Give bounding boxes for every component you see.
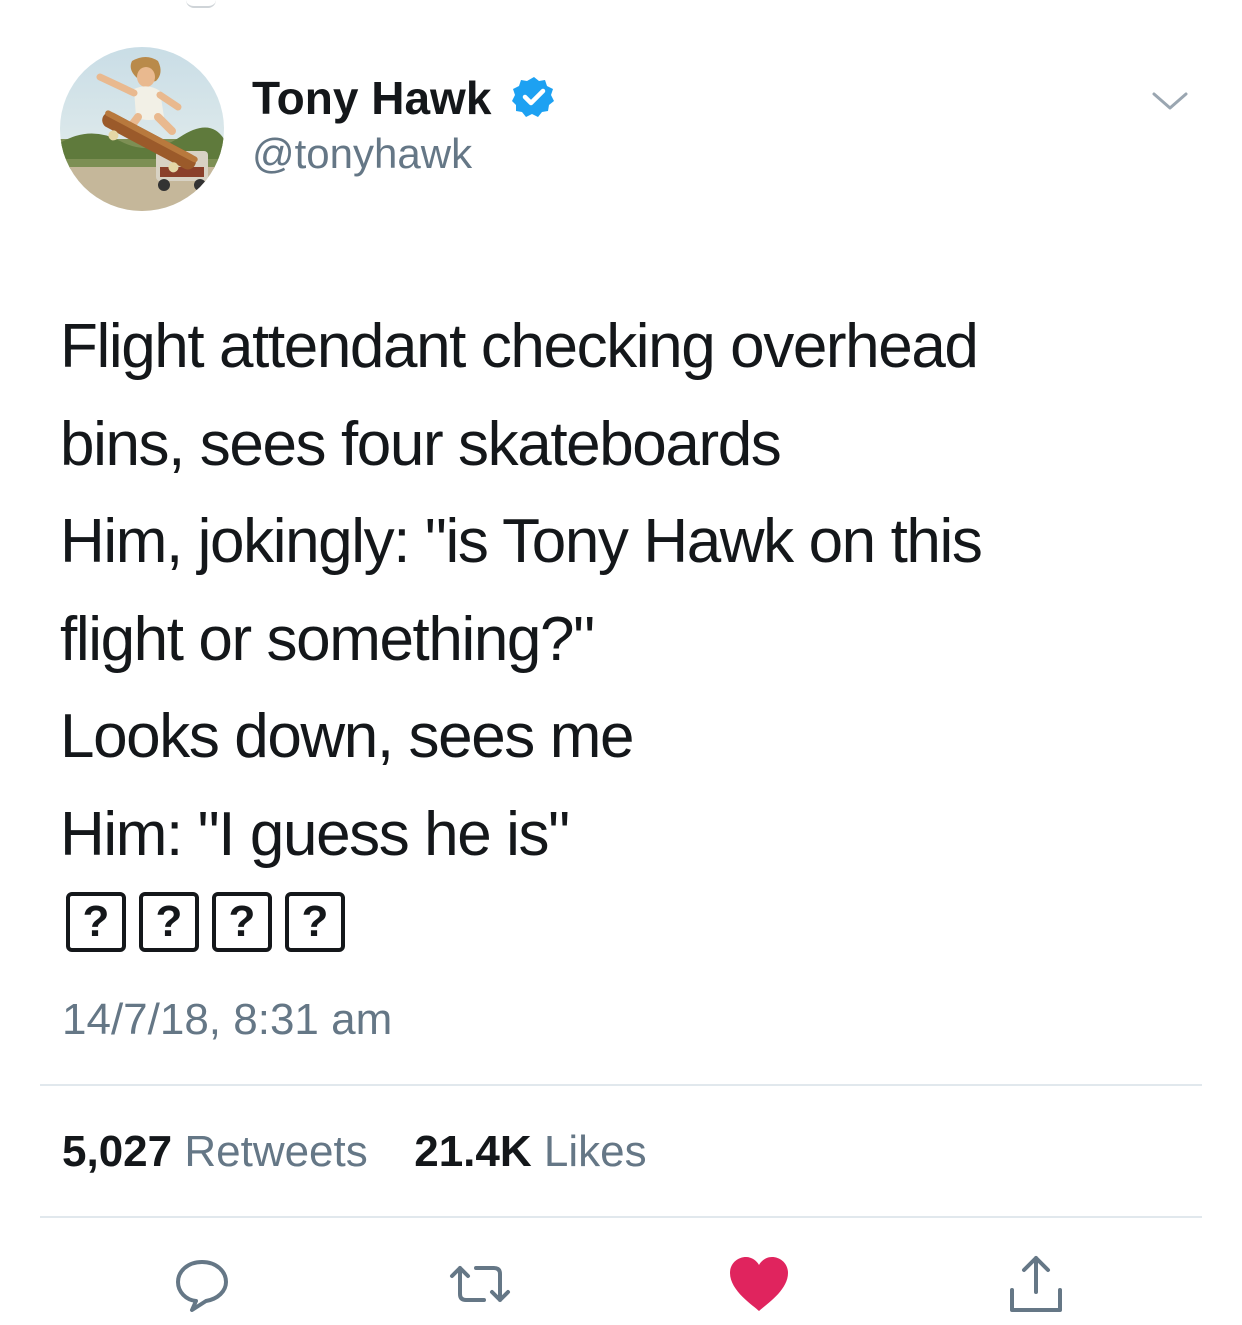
reply-bubble-icon — [176, 1260, 228, 1312]
reply-button[interactable] — [170, 1252, 234, 1316]
chevron-down-icon[interactable] — [1150, 86, 1190, 116]
avatar-skater-photo — [60, 47, 224, 211]
display-name[interactable]: Tony Hawk — [252, 70, 491, 126]
username-handle[interactable]: @tonyhawk — [252, 128, 472, 180]
retweets-count: 5,027 — [62, 1127, 173, 1176]
missing-emoji-glyph: ? — [285, 892, 345, 952]
heart-icon — [730, 1257, 788, 1311]
missing-emoji-glyph: ? — [66, 892, 126, 952]
divider — [40, 1084, 1202, 1086]
tweet-text-line: bins, sees four skateboards — [60, 409, 782, 479]
divider — [40, 1216, 1202, 1218]
tweet-timestamp: 14/7/18, 8:31 am — [62, 995, 393, 1044]
missing-emoji-glyph: ? — [212, 892, 272, 952]
engagement-stats: 5,027 Retweets 21.4K Likes — [62, 1124, 647, 1180]
tweet-text-line: Looks down, sees me — [60, 702, 634, 771]
likes-label: Likes — [543, 1127, 647, 1176]
verified-badge-icon — [512, 77, 554, 117]
likes-count: 21.4K — [414, 1127, 532, 1176]
share-upload-icon — [1010, 1256, 1062, 1312]
likes-stat[interactable]: 21.4K Likes — [414, 1127, 646, 1176]
retweets-stat[interactable]: 5,027 Retweets — [62, 1127, 380, 1176]
missing-emoji-glyph: ? — [139, 892, 199, 952]
tweet-text-line: flight or something?" — [60, 604, 595, 674]
retweets-label: Retweets — [184, 1127, 368, 1176]
avatar[interactable] — [60, 47, 224, 211]
tweet-text-line: Flight attendant checking overhead — [60, 312, 979, 381]
tweet-text: Flight attendant checking overhead bins,… — [60, 298, 1200, 883]
tweet-text-line: Him: "I guess he is" — [60, 799, 570, 869]
like-button[interactable] — [727, 1252, 791, 1316]
share-button[interactable] — [1004, 1252, 1068, 1316]
previous-content-edge — [186, 0, 216, 8]
retweet-arrows-icon — [450, 1266, 510, 1302]
retweet-button[interactable] — [448, 1252, 512, 1316]
missing-emoji-row: ? ? ? ? — [66, 892, 345, 952]
tweet-text-line: Him, jokingly: "is Tony Hawk on this — [60, 507, 983, 576]
